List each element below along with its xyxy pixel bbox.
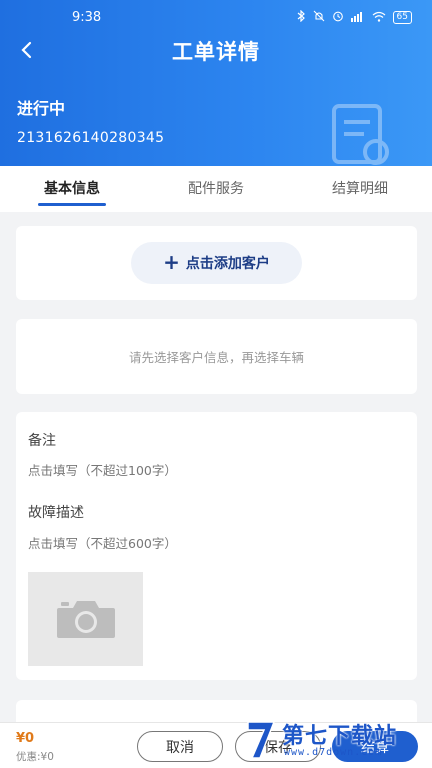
tab-basic-info[interactable]: 基本信息 — [0, 166, 144, 212]
status-icons: 65 — [297, 9, 412, 25]
header: 9:38 65 工单详情 进行中 2131626140280345 — [0, 0, 432, 166]
signal-icon — [350, 11, 365, 25]
order-status: 进行中 — [17, 99, 66, 118]
fault-label: 故障描述 — [28, 505, 84, 521]
page-title: 工单详情 — [172, 40, 260, 64]
camera-icon — [56, 601, 115, 638]
vehicle-hint: 请先选择客户信息，再选择车辆 — [128, 350, 304, 365]
status-time: 9:38 — [72, 10, 102, 25]
save-button[interactable]: 保存 — [235, 731, 321, 762]
status-bar: 9:38 65 — [0, 0, 432, 30]
tab-bar: 基本信息 配件服务 结算明细 — [0, 166, 432, 212]
alarm-icon — [332, 10, 344, 25]
discount-amount: 优惠:¥0 — [16, 751, 54, 763]
bluetooth-icon — [297, 9, 306, 25]
mute-icon — [313, 10, 325, 25]
remark-label: 备注 — [28, 433, 56, 449]
vehicle-card[interactable]: 请先选择客户信息，再选择车辆 — [16, 319, 417, 394]
bottom-action-bar: ¥0 优惠:¥0 取消 保存 结算 — [0, 722, 432, 768]
tab-parts-service[interactable]: 配件服务 — [144, 166, 288, 212]
tab-settlement[interactable]: 结算明细 — [288, 166, 432, 212]
settle-button[interactable]: 结算 — [332, 731, 418, 762]
plus-icon: + — [163, 250, 180, 274]
add-photo-button[interactable] — [28, 572, 143, 666]
customer-card: + 点击添加客户 — [16, 226, 417, 300]
document-icon — [332, 104, 392, 166]
cancel-button[interactable]: 取消 — [137, 731, 223, 762]
add-customer-button[interactable]: + 点击添加客户 — [131, 242, 302, 284]
battery-icon: 65 — [392, 11, 412, 24]
total-amount: ¥0 — [16, 731, 35, 746]
add-customer-label: 点击添加客户 — [185, 256, 270, 272]
remark-card: 备注 点击填写（不超过100字） 故障描述 点击填写（不超过600字） — [16, 412, 417, 680]
remark-input[interactable]: 点击填写（不超过100字） — [28, 460, 177, 479]
wifi-icon — [372, 11, 386, 25]
fault-input[interactable]: 点击填写（不超过600字） — [28, 533, 177, 552]
order-number: 2131626140280345 — [17, 130, 165, 146]
